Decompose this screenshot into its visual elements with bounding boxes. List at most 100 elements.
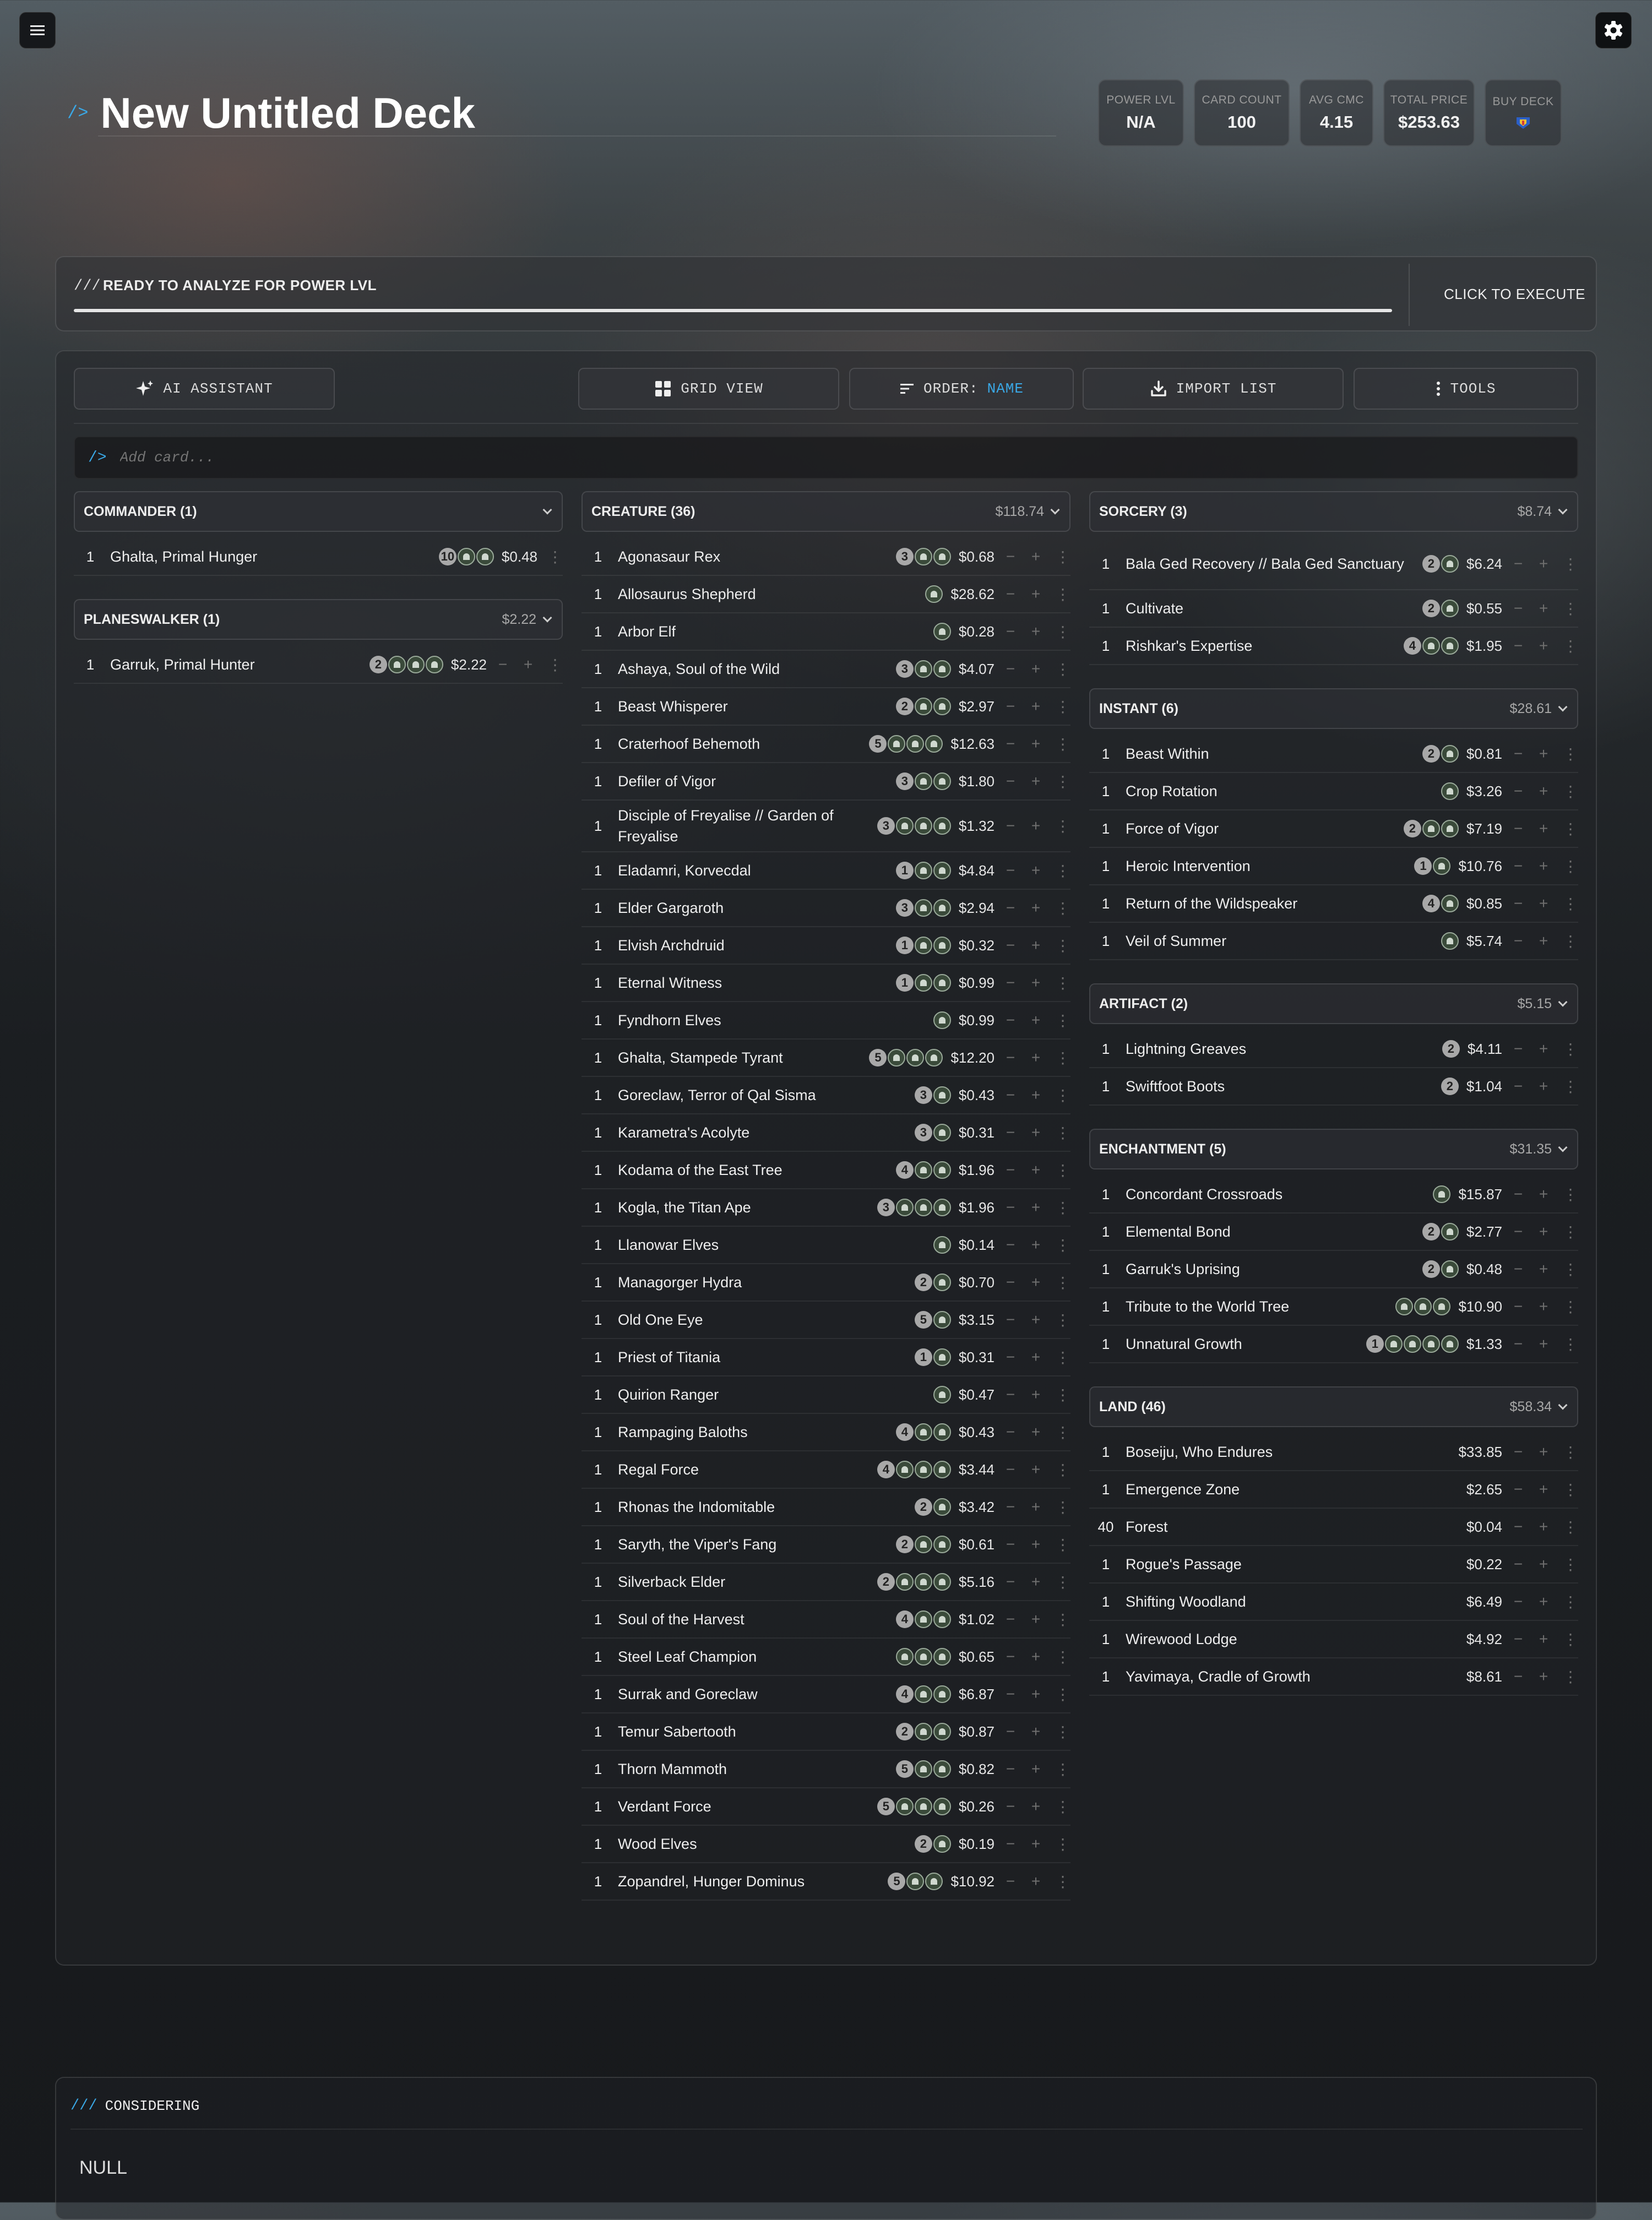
more-vertical-icon[interactable]: ⋮ (1055, 1723, 1070, 1741)
decrement-button[interactable]: − (1512, 820, 1524, 838)
decrement-button[interactable]: − (1004, 735, 1017, 753)
increment-button[interactable]: + (1030, 1835, 1042, 1853)
page-title[interactable]: New Untitled Deck (100, 88, 475, 138)
card-name[interactable]: Kogla, the Titan Ape (611, 1197, 877, 1218)
increment-button[interactable]: + (1030, 974, 1042, 992)
card-name[interactable]: Forest (1119, 1516, 1459, 1537)
card-row[interactable]: 1 Eladamri, Korvecdal 1 $4.84− + ⋮ (582, 852, 1070, 890)
decrement-button[interactable]: − (1004, 1798, 1017, 1816)
more-vertical-icon[interactable]: ⋮ (1563, 1630, 1578, 1648)
increment-button[interactable]: + (1030, 862, 1042, 880)
card-row[interactable]: 1 Kogla, the Titan Ape 3 $1.96− + ⋮ (582, 1189, 1070, 1227)
card-row[interactable]: 1 Temur Sabertooth 2 $0.87− + ⋮ (582, 1713, 1070, 1751)
card-row[interactable]: 1 Thorn Mammoth 5 $0.82− + ⋮ (582, 1751, 1070, 1788)
increment-button[interactable]: + (1030, 1760, 1042, 1778)
card-name[interactable]: Beast Within (1119, 743, 1422, 764)
increment-button[interactable]: + (1537, 1481, 1550, 1499)
increment-button[interactable]: + (1537, 1185, 1550, 1204)
card-row[interactable]: 1 Karametra's Acolyte 3 $0.31− + ⋮ (582, 1114, 1070, 1152)
card-name[interactable]: Ashaya, Soul of the Wild (611, 659, 896, 679)
card-name[interactable]: Eternal Witness (611, 972, 896, 993)
more-vertical-icon[interactable]: ⋮ (1563, 1481, 1578, 1499)
increment-button[interactable]: + (1537, 1593, 1550, 1611)
more-vertical-icon[interactable]: ⋮ (1055, 862, 1070, 880)
card-row[interactable]: 1 Arbor Elf $0.28− + ⋮ (582, 613, 1070, 651)
decrement-button[interactable]: − (1512, 1593, 1524, 1611)
decrement-button[interactable]: − (1512, 1555, 1524, 1574)
card-row[interactable]: 1 Craterhoof Behemoth 5 $12.63− + ⋮ (582, 726, 1070, 763)
more-vertical-icon[interactable]: ⋮ (1055, 1760, 1070, 1778)
card-row[interactable]: 1 Ghalta, Primal Hunger 10 $0.48 ⋮ (74, 538, 563, 576)
increment-button[interactable]: + (1030, 899, 1042, 917)
card-name[interactable]: Allosaurus Shepherd (611, 584, 925, 605)
decrement-button[interactable]: − (1004, 660, 1017, 678)
add-card-field[interactable]: /> (74, 436, 1578, 479)
decrement-button[interactable]: − (1004, 1011, 1017, 1030)
more-vertical-icon[interactable]: ⋮ (1055, 1386, 1070, 1404)
increment-button[interactable]: + (1537, 1040, 1550, 1058)
card-name[interactable]: Eladamri, Korvecdal (611, 860, 896, 881)
card-row[interactable]: 1 Garruk, Primal Hunter 2 $2.22− + ⋮ (74, 646, 563, 684)
more-vertical-icon[interactable]: ⋮ (1055, 698, 1070, 716)
card-name[interactable]: Rampaging Baloths (611, 1422, 896, 1443)
add-card-input[interactable] (118, 449, 1577, 466)
card-name[interactable]: Concordant Crossroads (1119, 1184, 1433, 1205)
card-row[interactable]: 1 Ashaya, Soul of the Wild 3 $4.07− + ⋮ (582, 651, 1070, 688)
card-name[interactable]: Tribute to the World Tree (1119, 1296, 1395, 1317)
more-vertical-icon[interactable]: ⋮ (1563, 1555, 1578, 1574)
more-vertical-icon[interactable]: ⋮ (1055, 1536, 1070, 1554)
decrement-button[interactable]: − (1512, 600, 1524, 618)
card-row[interactable]: 1 Heroic Intervention 1 $10.76− + ⋮ (1089, 848, 1578, 885)
more-vertical-icon[interactable]: ⋮ (547, 656, 563, 674)
decrement-button[interactable]: − (1004, 1461, 1017, 1479)
increment-button[interactable]: + (1537, 745, 1550, 763)
increment-button[interactable]: + (1030, 772, 1042, 791)
decrement-button[interactable]: − (1512, 1630, 1524, 1648)
increment-button[interactable]: + (1030, 1423, 1042, 1441)
decrement-button[interactable]: − (1004, 1236, 1017, 1254)
card-row[interactable]: 1 Disciple of Freyalise // Garden of Frey… (582, 801, 1070, 852)
card-row[interactable]: 1 Regal Force 4 $3.44− + ⋮ (582, 1451, 1070, 1489)
more-vertical-icon[interactable]: ⋮ (1563, 1593, 1578, 1611)
increment-button[interactable]: + (1030, 698, 1042, 716)
card-row[interactable]: 1 Wirewood Lodge $4.92− + ⋮ (1089, 1621, 1578, 1658)
more-vertical-icon[interactable]: ⋮ (1055, 1610, 1070, 1629)
increment-button[interactable]: + (1537, 1443, 1550, 1461)
section-header-land[interactable]: LAND (46) $58.34 (1089, 1386, 1578, 1427)
increment-button[interactable]: + (1537, 932, 1550, 950)
more-vertical-icon[interactable]: ⋮ (1055, 937, 1070, 955)
more-vertical-icon[interactable]: ⋮ (1563, 1185, 1578, 1204)
card-row[interactable]: 1 Beast Whisperer 2 $2.97− + ⋮ (582, 688, 1070, 726)
card-row[interactable]: 1 Allosaurus Shepherd $28.62− + ⋮ (582, 576, 1070, 613)
card-name[interactable]: Disciple of Freyalise // Garden of Freya… (611, 805, 877, 847)
decrement-button[interactable]: − (1004, 1835, 1017, 1853)
more-vertical-icon[interactable]: ⋮ (1563, 1260, 1578, 1278)
card-name[interactable]: Wood Elves (611, 1833, 915, 1854)
card-row[interactable]: 1 Rampaging Baloths 4 $0.43− + ⋮ (582, 1414, 1070, 1451)
increment-button[interactable]: + (1030, 1348, 1042, 1367)
card-row[interactable]: 1 Ghalta, Stampede Tyrant 5 $12.20− + ⋮ (582, 1040, 1070, 1077)
card-name[interactable]: Beast Whisperer (611, 696, 896, 717)
increment-button[interactable]: + (1030, 1573, 1042, 1591)
card-row[interactable]: 1 Return of the Wildspeaker 4 $0.85− + ⋮ (1089, 885, 1578, 923)
decrement-button[interactable]: − (1004, 1386, 1017, 1404)
card-name[interactable]: Veil of Summer (1119, 931, 1441, 951)
more-vertical-icon[interactable]: ⋮ (1563, 1443, 1578, 1461)
increment-button[interactable]: + (1537, 820, 1550, 838)
increment-button[interactable]: + (1537, 857, 1550, 875)
card-row[interactable]: 1 Yavimaya, Cradle of Growth $8.61− + ⋮ (1089, 1658, 1578, 1696)
buy-deck-button[interactable]: BUY DECK (1485, 79, 1562, 146)
card-name[interactable]: Zopandrel, Hunger Dominus (611, 1871, 888, 1892)
card-row[interactable]: 1 Fyndhorn Elves $0.99− + ⋮ (582, 1002, 1070, 1040)
card-row[interactable]: 1 Kodama of the East Tree 4 $1.96− + ⋮ (582, 1152, 1070, 1189)
card-row[interactable]: 1 Managorger Hydra 2 $0.70− + ⋮ (582, 1264, 1070, 1302)
increment-button[interactable]: + (1030, 1798, 1042, 1816)
decrement-button[interactable]: − (1004, 1423, 1017, 1441)
more-vertical-icon[interactable]: ⋮ (1055, 1348, 1070, 1367)
increment-button[interactable]: + (522, 656, 534, 674)
card-row[interactable]: 1 Elemental Bond 2 $2.77− + ⋮ (1089, 1214, 1578, 1251)
increment-button[interactable]: + (1030, 1461, 1042, 1479)
more-vertical-icon[interactable]: ⋮ (1055, 623, 1070, 641)
increment-button[interactable]: + (1030, 937, 1042, 955)
card-row[interactable]: 1 Surrak and Goreclaw 4 $6.87− + ⋮ (582, 1676, 1070, 1713)
